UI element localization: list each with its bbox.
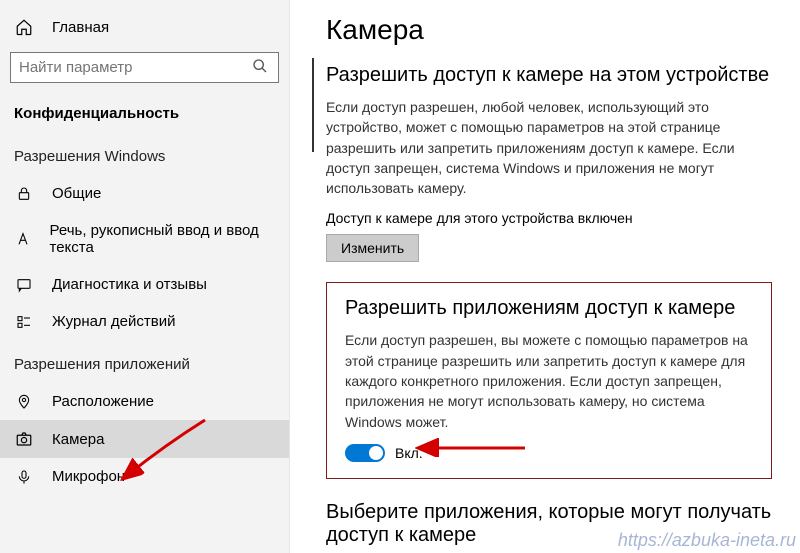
section2-heading: Разрешить приложениям доступ к камере — [345, 297, 753, 320]
sidebar-item-diagnostics[interactable]: Диагностика и отзывы — [0, 266, 289, 303]
search-input[interactable] — [19, 59, 252, 76]
toggle-label: Вкл. — [395, 445, 423, 461]
sidebar-item-label: Расположение — [52, 393, 154, 410]
microphone-icon — [14, 469, 34, 485]
home-icon — [14, 18, 34, 36]
sidebar-section-privacy: Конфиденциальность — [0, 89, 289, 132]
device-access-status: Доступ к камере для этого устройства вкл… — [326, 210, 772, 226]
sidebar-item-speech[interactable]: Речь, рукописный ввод и ввод текста — [0, 212, 289, 266]
lock-icon — [14, 186, 34, 202]
sidebar-item-label: Главная — [52, 19, 109, 36]
sidebar-section-apps: Разрешения приложений — [0, 340, 289, 383]
toggle-switch-icon — [345, 444, 385, 462]
location-icon — [14, 394, 34, 410]
sidebar-section-windows: Разрешения Windows — [0, 132, 289, 175]
sidebar-item-general[interactable]: Общие — [0, 175, 289, 212]
sidebar-item-location[interactable]: Расположение — [0, 383, 289, 420]
sidebar-item-label: Диагностика и отзывы — [52, 276, 207, 293]
sidebar-item-label: Общие — [52, 185, 101, 202]
content-pane: Камера Разрешить доступ к камере на этом… — [290, 0, 800, 553]
feedback-icon — [14, 277, 34, 293]
sidebar-item-microphone[interactable]: Микрофон — [0, 458, 289, 495]
page-title: Камера — [326, 14, 772, 46]
sidebar-item-camera[interactable]: Камера — [0, 420, 289, 458]
search-icon — [252, 58, 270, 77]
section2-description: Если доступ разрешен, вы можете с помощь… — [345, 330, 753, 431]
sidebar-item-label: Речь, рукописный ввод и ввод текста — [50, 222, 276, 256]
change-button[interactable]: Изменить — [326, 234, 419, 262]
section1-heading: Разрешить доступ к камере на этом устрой… — [326, 64, 772, 87]
search-input-wrap[interactable] — [10, 52, 279, 83]
section1-description: Если доступ разрешен, любой человек, исп… — [326, 97, 772, 198]
sidebar-item-label: Микрофон — [52, 468, 125, 485]
apps-access-box: Разрешить приложениям доступ к камере Ес… — [326, 282, 772, 478]
scroll-indicator — [312, 58, 314, 152]
sidebar-item-activity[interactable]: Журнал действий — [0, 303, 289, 340]
sidebar-item-label: Камера — [52, 431, 104, 448]
text-icon — [14, 231, 32, 247]
section3-heading: Выберите приложения, которые могут получ… — [326, 501, 772, 547]
sidebar: Главная Конфиденциальность Разрешения Wi… — [0, 0, 290, 553]
camera-icon — [14, 430, 34, 448]
sidebar-item-label: Журнал действий — [52, 313, 175, 330]
apps-access-toggle[interactable]: Вкл. — [345, 444, 753, 462]
activity-icon — [14, 314, 34, 330]
sidebar-home[interactable]: Главная — [0, 8, 289, 46]
